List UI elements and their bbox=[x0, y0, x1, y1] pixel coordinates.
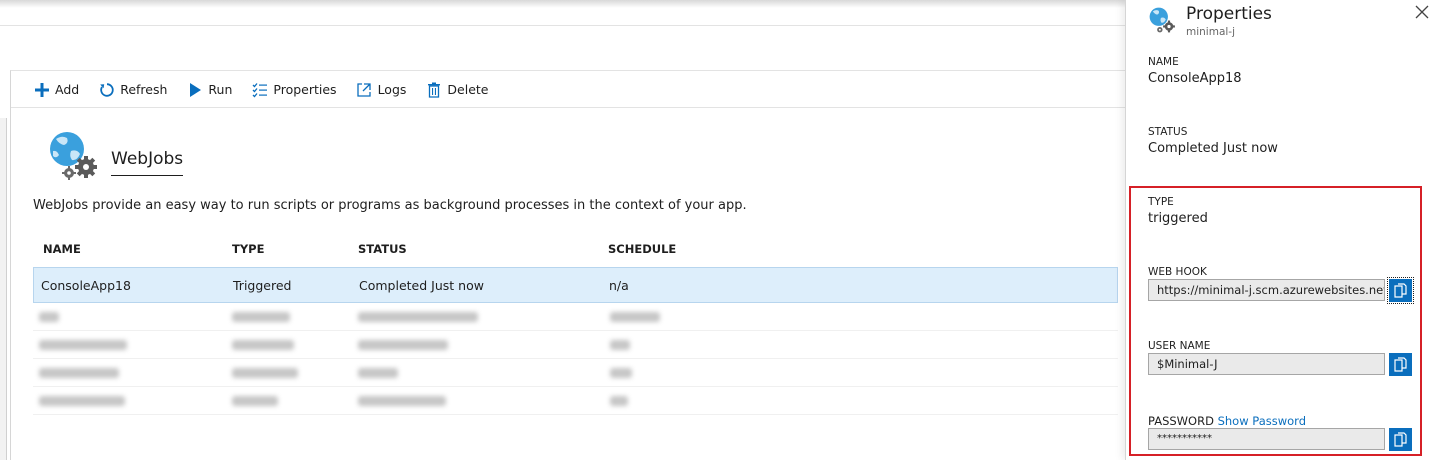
type-value: triggered bbox=[1148, 211, 1208, 226]
properties-panel: Properties minimal-j NAME ConsoleApp18 S… bbox=[1125, 0, 1434, 460]
copy-icon bbox=[1394, 432, 1407, 447]
toolbar-divider bbox=[11, 107, 1126, 108]
cell-schedule: n/a bbox=[609, 278, 629, 293]
cell-type: Triggered bbox=[233, 278, 292, 293]
status-label: STATUS bbox=[1148, 126, 1188, 138]
properties-label: Properties bbox=[273, 82, 337, 97]
blurred-row[interactable] bbox=[33, 387, 1118, 415]
refresh-icon bbox=[98, 81, 115, 98]
username-field[interactable]: $Minimal-J bbox=[1148, 353, 1385, 375]
blurred-row[interactable] bbox=[33, 359, 1118, 387]
external-link-icon bbox=[356, 81, 373, 98]
cell-name: ConsoleApp18 bbox=[41, 278, 131, 293]
azure-portal-page: Add Refresh Run Properties Logs Delete W… bbox=[0, 0, 1434, 460]
copy-icon bbox=[1394, 357, 1407, 372]
logs-button[interactable]: Logs bbox=[356, 81, 407, 98]
table-row[interactable]: ConsoleApp18 Triggered Completed Just no… bbox=[33, 267, 1118, 303]
close-icon[interactable] bbox=[1414, 5, 1430, 21]
status-value: Completed Just now bbox=[1148, 141, 1278, 156]
plus-icon bbox=[33, 81, 50, 98]
refresh-button[interactable]: Refresh bbox=[98, 81, 167, 98]
blurred-row[interactable] bbox=[33, 303, 1118, 331]
name-value: ConsoleApp18 bbox=[1148, 71, 1242, 86]
panel-title: Properties bbox=[1186, 4, 1272, 24]
copy-webhook-button[interactable] bbox=[1387, 277, 1414, 304]
webhook-field[interactable]: https://minimal-j.scm.azurewebsites.net.… bbox=[1148, 279, 1385, 301]
trash-icon bbox=[425, 81, 442, 98]
copy-username-button[interactable] bbox=[1389, 353, 1412, 376]
webjobs-globe-gear-icon bbox=[47, 129, 99, 181]
run-button[interactable]: Run bbox=[186, 81, 232, 98]
delete-button[interactable]: Delete bbox=[425, 81, 488, 98]
panel-subtitle: minimal-j bbox=[1186, 26, 1236, 38]
webhook-label: WEB HOOK bbox=[1148, 266, 1207, 278]
column-header-type[interactable]: TYPE bbox=[232, 242, 264, 256]
add-label: Add bbox=[55, 82, 80, 97]
refresh-label: Refresh bbox=[120, 82, 168, 97]
cell-status: Completed Just now bbox=[359, 278, 484, 293]
table-header: NAME TYPE STATUS SCHEDULE bbox=[33, 231, 1118, 267]
left-scroll-edge[interactable] bbox=[0, 118, 7, 460]
add-button[interactable]: Add bbox=[33, 81, 79, 98]
show-password-link[interactable]: Show Password bbox=[1218, 414, 1306, 428]
delete-label: Delete bbox=[447, 82, 489, 97]
page-description: WebJobs provide an easy way to run scrip… bbox=[33, 198, 747, 213]
command-bar: Add Refresh Run Properties Logs Delete bbox=[33, 71, 507, 108]
column-header-status[interactable]: STATUS bbox=[358, 242, 407, 256]
webjobs-table: NAME TYPE STATUS SCHEDULE ConsoleApp18 T… bbox=[33, 231, 1118, 415]
play-icon bbox=[186, 81, 203, 98]
checklist-icon bbox=[251, 81, 268, 98]
username-label: USER NAME bbox=[1148, 340, 1211, 352]
top-bar bbox=[0, 0, 1125, 26]
copy-icon bbox=[1394, 283, 1407, 298]
type-label: TYPE bbox=[1148, 196, 1174, 208]
logs-label: Logs bbox=[377, 82, 407, 97]
blurred-row[interactable] bbox=[33, 331, 1118, 359]
properties-button[interactable]: Properties bbox=[251, 81, 337, 98]
webjobs-blade: Add Refresh Run Properties Logs Delete W… bbox=[10, 70, 1126, 460]
column-header-schedule[interactable]: SCHEDULE bbox=[608, 242, 676, 256]
page-title: WebJobs bbox=[111, 149, 184, 176]
password-label: PASSWORD bbox=[1148, 414, 1214, 428]
password-label-row: PASSWORD Show Password bbox=[1148, 414, 1306, 428]
run-label: Run bbox=[208, 82, 233, 97]
password-field[interactable]: *********** bbox=[1148, 428, 1385, 450]
name-label: NAME bbox=[1148, 56, 1179, 68]
copy-password-button[interactable] bbox=[1389, 428, 1412, 451]
column-header-name[interactable]: NAME bbox=[43, 242, 81, 256]
webjobs-globe-gear-icon bbox=[1148, 6, 1176, 34]
